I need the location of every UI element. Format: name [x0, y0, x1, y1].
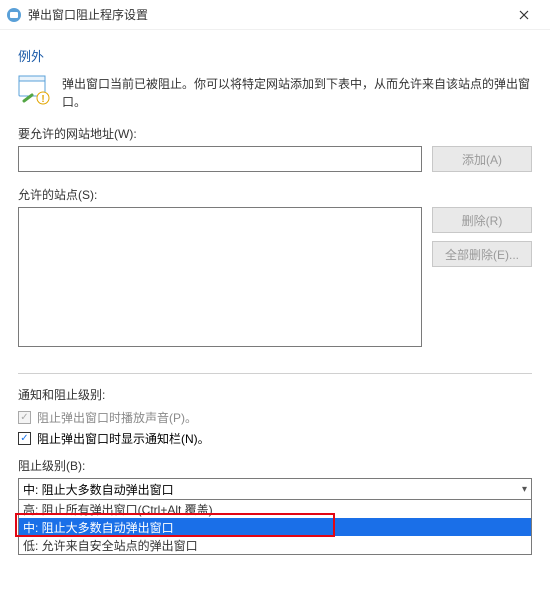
- remove-all-button[interactable]: 全部删除(E)...: [432, 241, 532, 267]
- select-current-value: 中: 阻止大多数自动弹出窗口: [23, 481, 174, 498]
- option-medium[interactable]: 中: 阻止大多数自动弹出窗口: [19, 518, 531, 536]
- info-bar-label: 阻止弹出窗口时显示通知栏(N)。: [37, 430, 210, 447]
- content-area: 例外 ! 弹出窗口当前已被阻止。你可以将特定网站添加到下表中，从而允许来自该站点…: [0, 30, 550, 500]
- window-title: 弹出窗口阻止程序设置: [28, 6, 504, 23]
- play-sound-checkbox-row: ✓ 阻止弹出窗口时播放声音(P)。: [18, 409, 532, 426]
- close-button[interactable]: [504, 0, 544, 30]
- notifications-header: 通知和阻止级别:: [18, 386, 532, 403]
- exceptions-info: ! 弹出窗口当前已被阻止。你可以将特定网站添加到下表中，从而允许来自该站点的弹出…: [18, 73, 532, 111]
- popup-blocked-icon: !: [18, 73, 52, 107]
- svg-text:!: !: [41, 94, 44, 105]
- checkbox-info-bar[interactable]: ✓: [18, 432, 31, 445]
- titlebar: 弹出窗口阻止程序设置: [0, 0, 550, 30]
- option-low[interactable]: 低: 允许来自安全站点的弹出窗口: [19, 536, 531, 554]
- blocking-level-label: 阻止级别(B):: [18, 457, 532, 474]
- blocking-level-dropdown: 高: 阻止所有弹出窗口(Ctrl+Alt 覆盖) 中: 阻止大多数自动弹出窗口 …: [18, 500, 532, 555]
- window-icon: [6, 7, 22, 23]
- play-sound-label: 阻止弹出窗口时播放声音(P)。: [37, 409, 197, 426]
- address-input[interactable]: [18, 146, 422, 172]
- allowed-sites-label: 允许的站点(S):: [18, 186, 532, 203]
- address-label: 要允许的网站地址(W):: [18, 125, 532, 142]
- option-high[interactable]: 高: 阻止所有弹出窗口(Ctrl+Alt 覆盖): [19, 500, 531, 518]
- select-display[interactable]: 中: 阻止大多数自动弹出窗口 ▾: [18, 478, 532, 500]
- checkbox-play-sound: ✓: [18, 411, 31, 424]
- allowed-sites-list[interactable]: [18, 207, 422, 347]
- exceptions-info-text: 弹出窗口当前已被阻止。你可以将特定网站添加到下表中，从而允许来自该站点的弹出窗口…: [62, 73, 532, 111]
- blocking-level-select[interactable]: 中: 阻止大多数自动弹出窗口 ▾ 高: 阻止所有弹出窗口(Ctrl+Alt 覆盖…: [18, 478, 532, 500]
- remove-button[interactable]: 删除(R): [432, 207, 532, 233]
- divider: [18, 373, 532, 374]
- chevron-down-icon: ▾: [522, 484, 527, 495]
- exceptions-header: 例外: [18, 46, 532, 65]
- info-bar-checkbox-row[interactable]: ✓ 阻止弹出窗口时显示通知栏(N)。: [18, 430, 532, 447]
- add-button[interactable]: 添加(A): [432, 146, 532, 172]
